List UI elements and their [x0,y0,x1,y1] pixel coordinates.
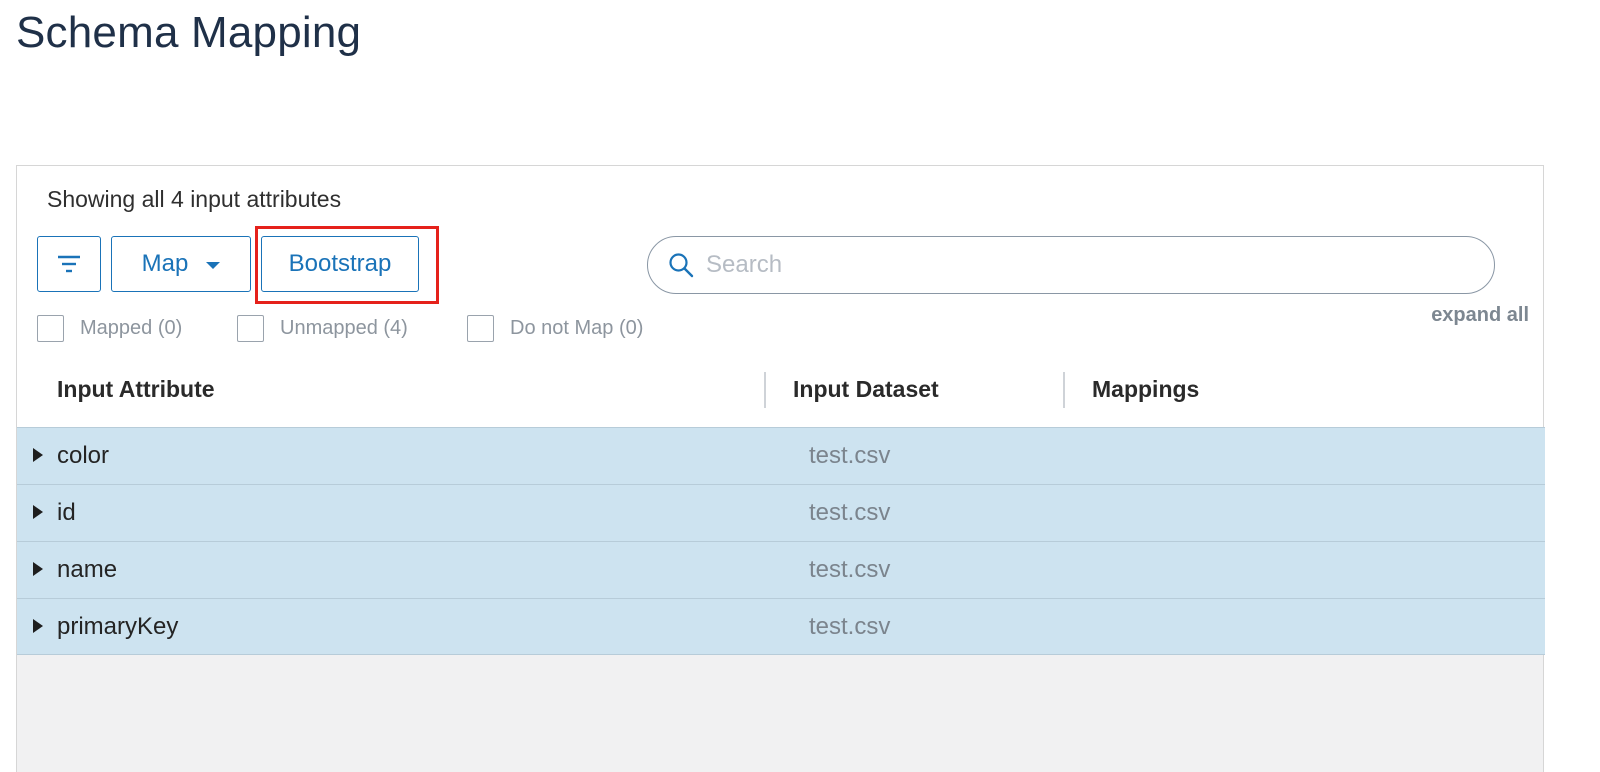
expand-arrow-icon[interactable] [33,448,43,462]
table-row[interactable]: color test.csv [17,427,1545,484]
column-header-input-attribute[interactable]: Input Attribute [57,376,215,403]
table-body: color test.csv id test.csv name test.csv… [17,427,1545,655]
page-title: Schema Mapping [16,8,362,57]
expand-all-link[interactable]: expand all [1431,304,1529,327]
filter-unmapped[interactable]: Unmapped (4) [237,313,408,343]
filter-mapped[interactable]: Mapped (0) [37,313,182,343]
showing-count-text: Showing all 4 input attributes [47,186,342,212]
mapped-checkbox-label: Mapped (0) [80,316,183,339]
bootstrap-highlight-box [255,226,439,304]
unmapped-checkbox-label: Unmapped (4) [280,316,408,339]
filter-button[interactable] [37,236,101,292]
column-divider[interactable] [764,372,766,408]
column-divider[interactable] [1063,372,1065,408]
row-input-dataset: test.csv [809,442,891,469]
expand-arrow-icon[interactable] [33,619,43,633]
table-row[interactable]: name test.csv [17,541,1545,598]
search-icon [669,253,694,278]
panel-toolbar-area: Showing all 4 input attributes Map Boots… [17,166,1543,427]
row-input-dataset: test.csv [809,613,891,640]
mapped-checkbox[interactable] [37,314,64,342]
row-input-attribute: id [57,499,76,526]
table-row[interactable]: id test.csv [17,484,1545,541]
search-box[interactable] [647,236,1495,294]
table-row[interactable]: primaryKey test.csv [17,598,1545,655]
search-input[interactable] [706,251,1466,279]
filter-do-not-map[interactable]: Do not Map (0) [467,313,643,343]
filter-icon [58,255,80,273]
column-header-mappings[interactable]: Mappings [1092,376,1199,403]
do-not-map-checkbox[interactable] [467,314,494,342]
row-input-dataset: test.csv [809,556,891,583]
map-dropdown-button[interactable]: Map [111,236,251,292]
map-button-label: Map [141,250,189,277]
expand-arrow-icon[interactable] [33,562,43,576]
expand-arrow-icon[interactable] [33,505,43,519]
schema-mapping-panel: Showing all 4 input attributes Map Boots… [16,165,1545,772]
column-header-input-dataset[interactable]: Input Dataset [793,376,939,403]
row-input-attribute: primaryKey [57,613,179,640]
unmapped-checkbox[interactable] [237,314,264,342]
row-input-dataset: test.csv [809,499,891,526]
chevron-down-icon [206,262,221,269]
row-input-attribute: color [57,442,110,469]
do-not-map-checkbox-label: Do not Map (0) [510,316,644,339]
row-input-attribute: name [57,556,118,583]
